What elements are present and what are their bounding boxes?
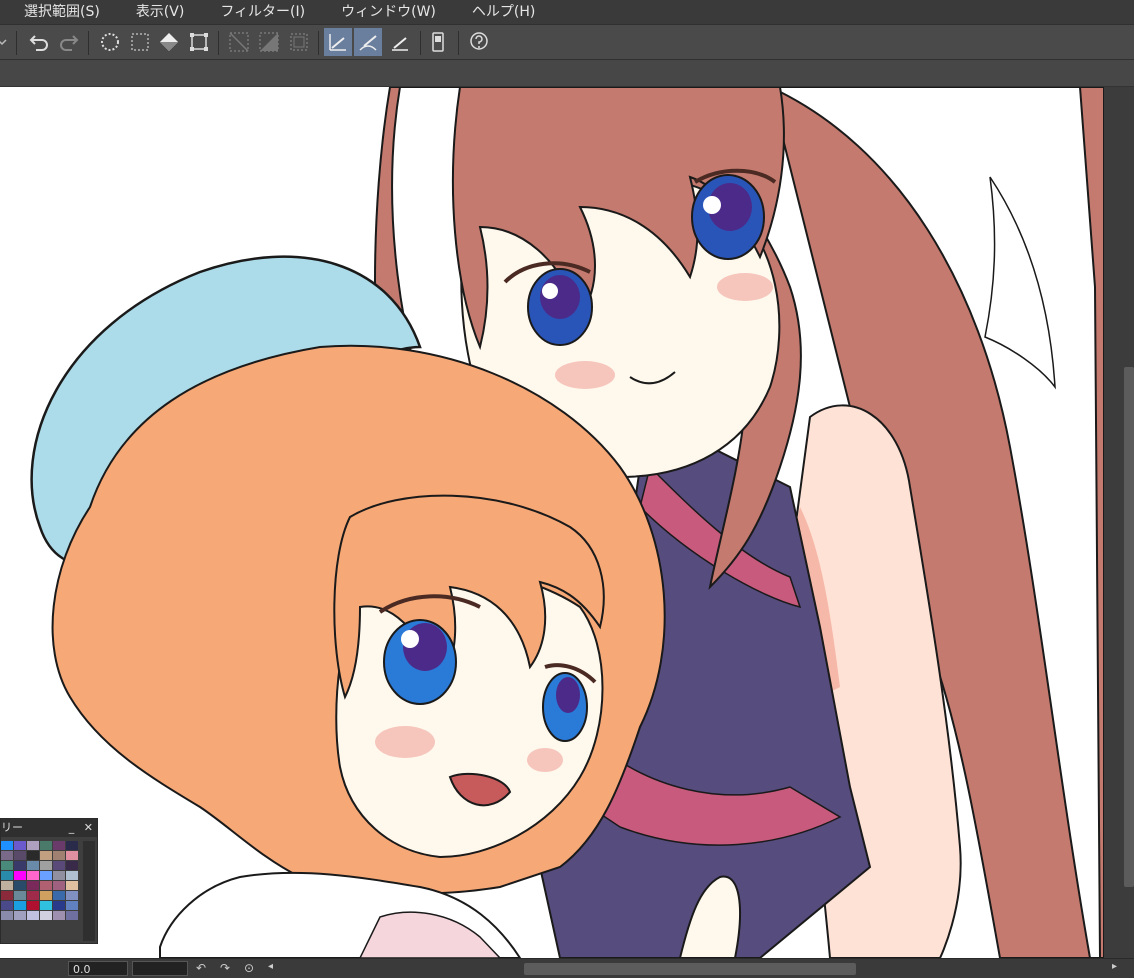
color-swatch[interactable] (27, 851, 39, 860)
color-swatch[interactable] (14, 891, 26, 900)
color-swatch[interactable] (66, 911, 78, 920)
menu-filter[interactable]: フィルター(I) (196, 0, 317, 24)
color-swatch[interactable] (53, 841, 65, 850)
selection-border-icon[interactable] (285, 28, 313, 56)
color-swatch[interactable] (53, 901, 65, 910)
color-swatch[interactable] (27, 911, 39, 920)
palette-title: リー (1, 821, 23, 834)
color-swatch[interactable] (1, 851, 13, 860)
color-swatch[interactable] (66, 901, 78, 910)
select-all-icon[interactable] (126, 28, 154, 56)
canvas-tab-strip (0, 60, 1134, 87)
minimize-icon[interactable]: _ (69, 821, 75, 834)
color-swatch[interactable] (66, 851, 78, 860)
color-swatch[interactable] (1, 861, 13, 870)
close-icon[interactable]: ✕ (84, 821, 93, 834)
color-swatch[interactable] (66, 841, 78, 850)
color-swatch[interactable] (27, 871, 39, 880)
vertical-scrollbar[interactable] (1104, 87, 1134, 958)
color-swatch[interactable] (66, 871, 78, 880)
color-swatch[interactable] (1, 901, 13, 910)
palette-swatches (1, 841, 81, 920)
color-swatch[interactable] (27, 891, 39, 900)
status-bar: 0.0 ↶ ↷ ⊙ ◂ ▸ (0, 958, 1134, 978)
menu-help[interactable]: ヘルプ(H) (448, 0, 547, 24)
color-swatch[interactable] (1, 911, 13, 920)
color-swatch[interactable] (40, 841, 52, 850)
color-swatch[interactable] (14, 881, 26, 890)
canvas-area[interactable] (0, 87, 1134, 958)
color-swatch[interactable] (40, 891, 52, 900)
color-palette-panel: リー _ ✕ (0, 818, 98, 944)
color-swatch[interactable] (40, 881, 52, 890)
color-swatch[interactable] (66, 891, 78, 900)
chevron-down-icon[interactable] (0, 28, 10, 56)
zoom-field[interactable]: 0.0 (68, 961, 128, 976)
color-swatch[interactable] (40, 901, 52, 910)
invert-selection-icon[interactable] (255, 28, 283, 56)
zoom-out-icon[interactable] (4, 961, 20, 977)
color-swatch[interactable] (14, 861, 26, 870)
menu-view[interactable]: 表示(V) (112, 0, 197, 24)
color-swatch[interactable] (1, 891, 13, 900)
color-swatch[interactable] (40, 911, 52, 920)
color-swatch[interactable] (1, 871, 13, 880)
menu-window[interactable]: ウィンドウ(W) (317, 0, 448, 24)
scrollbar-thumb[interactable] (1124, 367, 1134, 887)
color-swatch[interactable] (1, 841, 13, 850)
color-swatch[interactable] (27, 881, 39, 890)
menu-selection[interactable]: 選択範囲(S) (0, 0, 112, 24)
color-swatch[interactable] (14, 901, 26, 910)
special-ruler-snap-icon[interactable] (354, 28, 382, 56)
horizontal-scrollbar-thumb[interactable] (524, 963, 856, 975)
companion-app-icon[interactable] (424, 28, 452, 56)
color-swatch[interactable] (40, 861, 52, 870)
ruler-snap-icon[interactable] (324, 28, 352, 56)
zoom-slider-icon[interactable] (46, 961, 62, 977)
color-swatch[interactable] (40, 851, 52, 860)
color-swatch[interactable] (27, 901, 39, 910)
deselect-icon[interactable] (225, 28, 253, 56)
undo-icon[interactable] (25, 28, 53, 56)
transform-icon[interactable] (185, 28, 213, 56)
help-icon[interactable] (465, 28, 493, 56)
command-bar (0, 24, 1134, 60)
palette-header: リー _ ✕ (1, 819, 97, 837)
rotate-right-icon[interactable]: ↷ (220, 961, 236, 977)
color-swatch[interactable] (66, 861, 78, 870)
color-swatch[interactable] (53, 911, 65, 920)
color-swatch[interactable] (66, 881, 78, 890)
menu-bar: 選択範囲(S) 表示(V) フィルター(I) ウィンドウ(W) ヘルプ(H) (0, 0, 1134, 24)
color-swatch[interactable] (53, 881, 65, 890)
rotate-left-icon[interactable]: ↶ (196, 961, 212, 977)
color-swatch[interactable] (40, 871, 52, 880)
scroll-right-icon[interactable]: ▸ (1112, 961, 1128, 977)
color-swatch[interactable] (53, 861, 65, 870)
redo-icon[interactable] (55, 28, 83, 56)
color-swatch[interactable] (1, 881, 13, 890)
grid-snap-icon[interactable] (386, 28, 414, 56)
color-swatch[interactable] (14, 871, 26, 880)
color-swatch[interactable] (27, 841, 39, 850)
illustration-artwork[interactable] (0, 87, 1104, 958)
palette-scrollbar[interactable] (83, 841, 95, 941)
color-swatch[interactable] (14, 841, 26, 850)
clear-selection-icon[interactable] (96, 28, 124, 56)
rotation-field[interactable] (132, 961, 188, 976)
zoom-in-icon[interactable] (24, 961, 40, 977)
color-swatch[interactable] (53, 891, 65, 900)
color-swatch[interactable] (14, 911, 26, 920)
fill-icon[interactable] (155, 28, 183, 56)
color-swatch[interactable] (53, 871, 65, 880)
color-swatch[interactable] (53, 851, 65, 860)
color-swatch[interactable] (14, 851, 26, 860)
scroll-left-icon[interactable]: ◂ (268, 961, 284, 977)
reset-rotation-icon[interactable]: ⊙ (244, 961, 260, 977)
color-swatch[interactable] (27, 861, 39, 870)
